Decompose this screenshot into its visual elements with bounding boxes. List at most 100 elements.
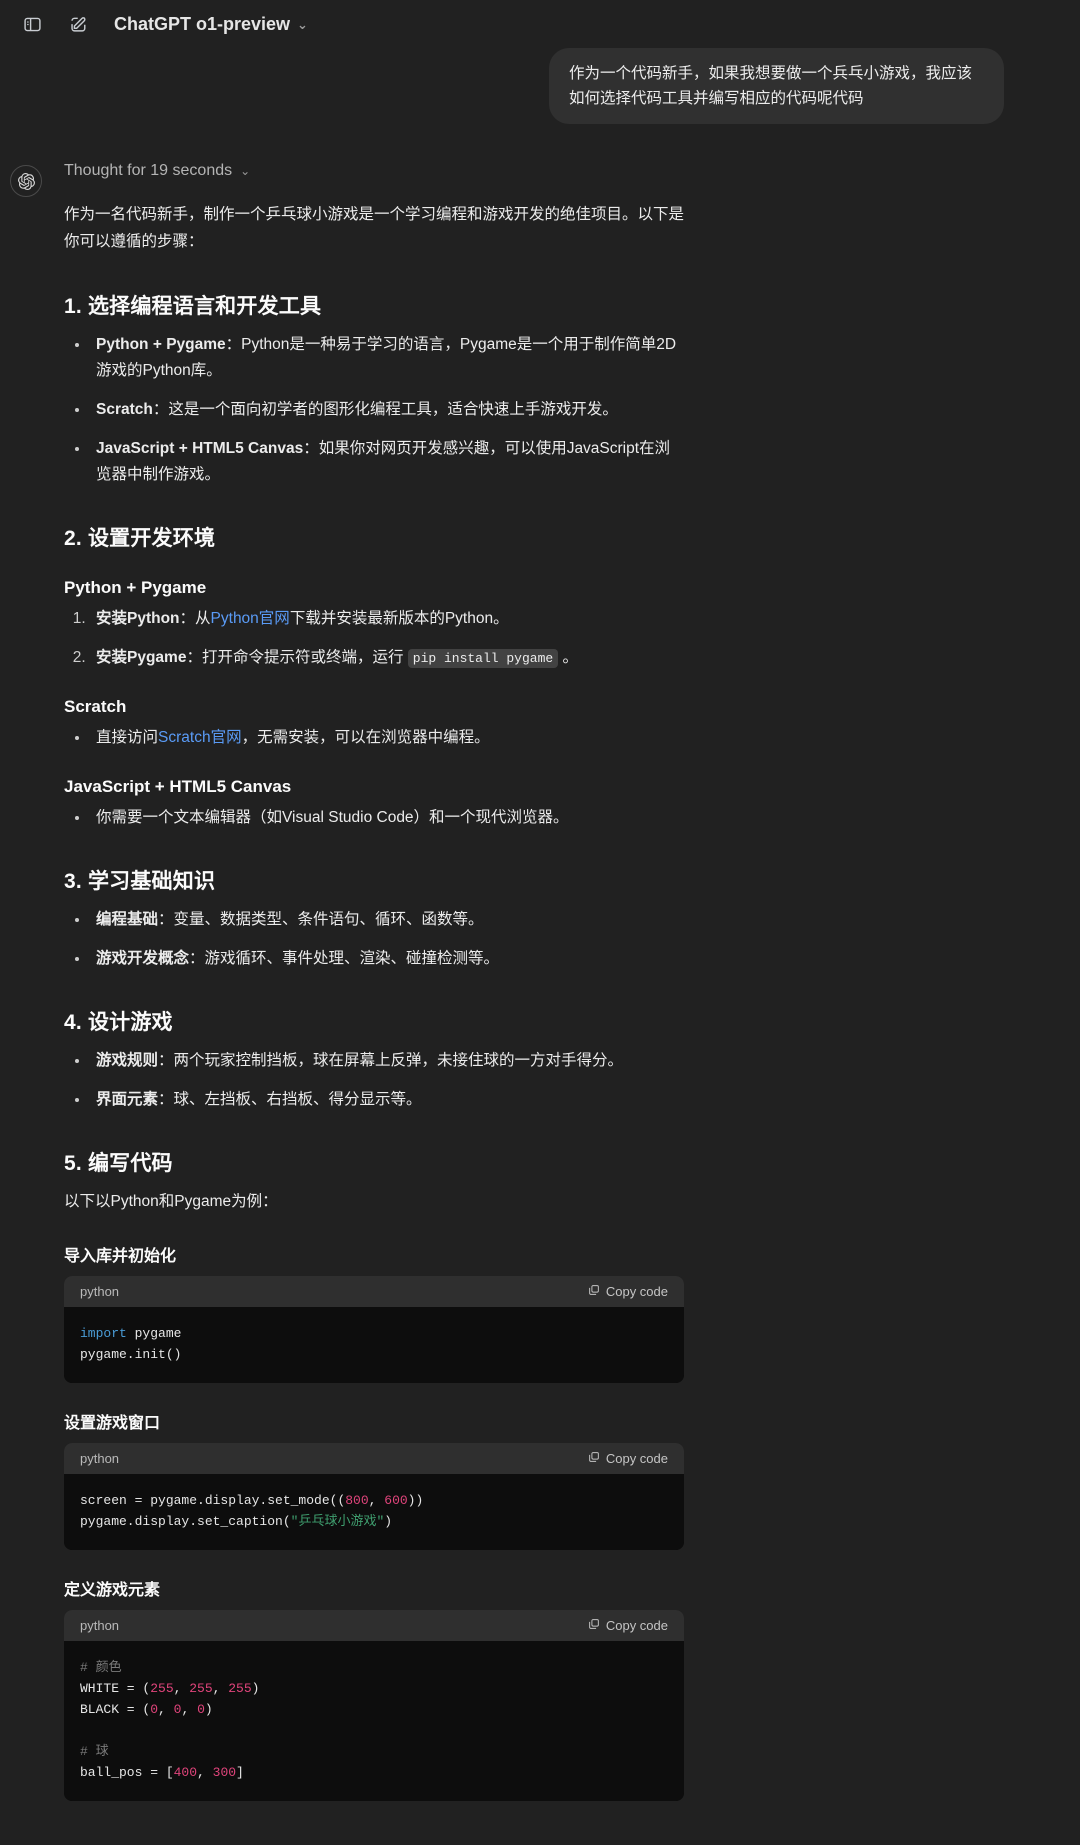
subheading-python-pygame: Python + Pygame bbox=[64, 577, 207, 597]
list-item-text: ：游戏循环、事件处理、渲染、碰撞检测等。 bbox=[189, 949, 500, 967]
code-token-text: , bbox=[158, 1701, 174, 1717]
code-token-number: 400 bbox=[173, 1765, 198, 1781]
list-item: 编程基础：变量、数据类型、条件语句、循环、函数等。 bbox=[90, 907, 684, 933]
subheading-scratch: Scratch bbox=[64, 696, 127, 716]
scratch-official-site-link[interactable]: Scratch官网 bbox=[158, 729, 242, 746]
list-item-text: ：这是一个面向初学者的图形化编程工具，适合快速上手游戏开发。 bbox=[152, 400, 618, 418]
code-token-text: , bbox=[212, 1680, 229, 1696]
inline-code-pip-install: pip install pygame bbox=[407, 648, 559, 668]
code-token-number: 300 bbox=[212, 1765, 237, 1781]
copy-icon bbox=[588, 1284, 600, 1299]
javascript-list: 你需要一个文本编辑器（如Visual Studio Code）和一个现代浏览器。 bbox=[64, 805, 684, 831]
openai-logo-icon bbox=[10, 165, 42, 198]
code-token-text: ) bbox=[384, 1513, 393, 1529]
subheading-javascript-canvas: JavaScript + HTML5 Canvas bbox=[64, 776, 292, 796]
code-language-label: python bbox=[80, 1450, 120, 1466]
list-item-text: ：两个玩家控制挡板，球在屏幕上反弹，未接住球的一方对手得分。 bbox=[158, 1051, 624, 1069]
list-item: JavaScript + HTML5 Canvas：如果你对网页开发感兴趣，可以… bbox=[90, 436, 684, 488]
code-token-text: , bbox=[173, 1680, 190, 1696]
code-block-3: python Copy code # 颜色 WHITE = (255, 255,… bbox=[64, 1609, 684, 1802]
code-token-text: , bbox=[368, 1492, 385, 1508]
user-message-bubble: 作为一个代码新手，如果我想要做一个兵乓小游戏，我应该如何选择代码工具并编写相应的… bbox=[549, 48, 1004, 125]
conversation: 作为一个代码新手，如果我想要做一个兵乓小游戏，我应该如何选择代码工具并编写相应的… bbox=[0, 48, 1080, 1845]
code-token-number: 600 bbox=[384, 1492, 408, 1508]
chevron-down-icon: ⌄ bbox=[240, 164, 251, 179]
list-item-text: 直接访问 bbox=[96, 728, 159, 746]
code-block-header: python Copy code bbox=[64, 1442, 684, 1474]
code-language-label: python bbox=[80, 1283, 120, 1299]
list-item-text: ：球、左挡板、右挡板、得分显示等。 bbox=[158, 1090, 422, 1108]
code-block-header: python Copy code bbox=[64, 1609, 684, 1641]
code-caption-2: 设置游戏窗口 bbox=[64, 1414, 161, 1432]
list-item: 安装Python：从Python官网下载并安装最新版本的Python。 bbox=[90, 606, 684, 632]
list-item-text: ：变量、数据类型、条件语句、循环、函数等。 bbox=[158, 910, 484, 928]
code-token-text: ) bbox=[204, 1701, 213, 1717]
model-selector[interactable]: ChatGPT o1-preview ⌄ bbox=[110, 10, 316, 39]
code-token-text: BLACK = ( bbox=[80, 1701, 151, 1717]
code-token-number: 255 bbox=[189, 1680, 213, 1696]
section-heading-4: 4. 设计游戏 bbox=[64, 1010, 173, 1034]
code-block-2: python Copy code screen = pygame.display… bbox=[64, 1442, 684, 1550]
code-token-text: , bbox=[181, 1701, 198, 1717]
list-item-term: 游戏开发概念 bbox=[96, 949, 190, 967]
list-item: Scratch：这是一个面向初学者的图形化编程工具，适合快速上手游戏开发。 bbox=[90, 397, 684, 423]
code-caption-3: 定义游戏元素 bbox=[64, 1581, 161, 1599]
scratch-list: 直接访问Scratch官网，无需安装，可以在浏览器中编程。 bbox=[64, 725, 684, 751]
copy-code-button[interactable]: Copy code bbox=[588, 1618, 668, 1633]
list-item-term: JavaScript + HTML5 Canvas bbox=[96, 439, 304, 457]
copy-code-button[interactable]: Copy code bbox=[588, 1451, 668, 1466]
section3-list: 编程基础：变量、数据类型、条件语句、循环、函数等。 游戏开发概念：游戏循环、事件… bbox=[64, 907, 684, 972]
code-token-text: pygame bbox=[126, 1325, 182, 1341]
list-item-term: 游戏规则 bbox=[96, 1051, 159, 1069]
code-token-number: 0 bbox=[150, 1701, 159, 1717]
list-item-term: Scratch bbox=[96, 400, 153, 418]
model-name-label: ChatGPT o1-preview bbox=[114, 13, 291, 34]
code-token-number: 800 bbox=[345, 1492, 369, 1508]
code-token-text: )) bbox=[407, 1492, 424, 1508]
code-token-string: "乒乓球小游戏" bbox=[290, 1513, 385, 1529]
user-turn: 作为一个代码新手，如果我想要做一个兵乓小游戏，我应该如何选择代码工具并编写相应的… bbox=[0, 48, 1080, 125]
code-token-text: pygame.init() bbox=[80, 1346, 182, 1362]
sidebar-panel-icon[interactable] bbox=[16, 8, 48, 40]
list-item: 界面元素：球、左挡板、右挡板、得分显示等。 bbox=[90, 1087, 684, 1113]
code-token-text: pygame.display.set_caption( bbox=[80, 1513, 291, 1529]
list-item: 直接访问Scratch官网，无需安装，可以在浏览器中编程。 bbox=[90, 725, 684, 751]
code-block-header: python Copy code bbox=[64, 1275, 684, 1307]
copy-code-label: Copy code bbox=[605, 1283, 668, 1299]
code-language-label: python bbox=[80, 1617, 120, 1633]
section-heading-5: 5. 编写代码 bbox=[64, 1151, 173, 1175]
copy-code-button[interactable]: Copy code bbox=[588, 1284, 668, 1299]
list-item: 你需要一个文本编辑器（如Visual Studio Code）和一个现代浏览器。 bbox=[90, 805, 684, 831]
list-item: 安装Pygame：打开命令提示符或终端，运行 pip install pygam… bbox=[90, 645, 684, 671]
section-heading-3: 3. 学习基础知识 bbox=[64, 869, 216, 893]
section1-list: Python + Pygame：Python是一种易于学习的语言，Pygame是… bbox=[64, 332, 684, 488]
thought-summary-toggle[interactable]: Thought for 19 seconds ⌄ bbox=[64, 162, 684, 180]
assistant-turn: Thought for 19 seconds ⌄ 作为一名代码新手，制作一个乒乓… bbox=[0, 124, 1080, 1805]
chevron-down-icon: ⌄ bbox=[297, 16, 308, 32]
code-token-text: WHITE = ( bbox=[80, 1680, 151, 1696]
section4-list: 游戏规则：两个玩家控制挡板，球在屏幕上反弹，未接住球的一方对手得分。 界面元素：… bbox=[64, 1048, 684, 1113]
python-official-site-link[interactable]: Python官网 bbox=[211, 610, 290, 627]
list-item-term: 安装Pygame bbox=[96, 648, 187, 666]
list-item: 游戏规则：两个玩家控制挡板，球在屏幕上反弹，未接住球的一方对手得分。 bbox=[90, 1048, 684, 1074]
list-item-text-tail: ，无需安装，可以在浏览器中编程。 bbox=[241, 728, 490, 746]
code-token-text: ball_pos = [ bbox=[80, 1765, 174, 1781]
section-heading-2: 2. 设置开发环境 bbox=[64, 526, 216, 550]
intro-paragraph: 作为一名代码新手，制作一个乒乓球小游戏是一个学习编程和游戏开发的绝佳项目。以下是… bbox=[64, 206, 685, 250]
list-item-text: ：打开命令提示符或终端，运行 bbox=[186, 648, 408, 666]
code-token-keyword: import bbox=[80, 1325, 127, 1341]
thought-label: Thought for 19 seconds bbox=[64, 162, 233, 180]
list-item-term: 编程基础 bbox=[96, 910, 159, 928]
compose-pencil-icon[interactable] bbox=[62, 8, 94, 40]
code-content-3: # 颜色 WHITE = (255, 255, 255) BLACK = (0,… bbox=[64, 1640, 684, 1802]
code-token-text: ) bbox=[251, 1680, 260, 1696]
list-item: 游戏开发概念：游戏循环、事件处理、渲染、碰撞检测等。 bbox=[90, 946, 684, 972]
list-item-text-tail: 。 bbox=[558, 648, 579, 666]
code-token-text: , bbox=[197, 1765, 213, 1781]
code-token-text: screen = pygame.display.set_mode(( bbox=[80, 1492, 346, 1508]
top-bar: ChatGPT o1-preview ⌄ bbox=[0, 0, 1080, 48]
list-item-term: Python + Pygame bbox=[96, 335, 226, 353]
copy-code-label: Copy code bbox=[605, 1450, 668, 1466]
code-token-number: 255 bbox=[150, 1680, 174, 1696]
code-token-number: 0 bbox=[197, 1701, 205, 1717]
